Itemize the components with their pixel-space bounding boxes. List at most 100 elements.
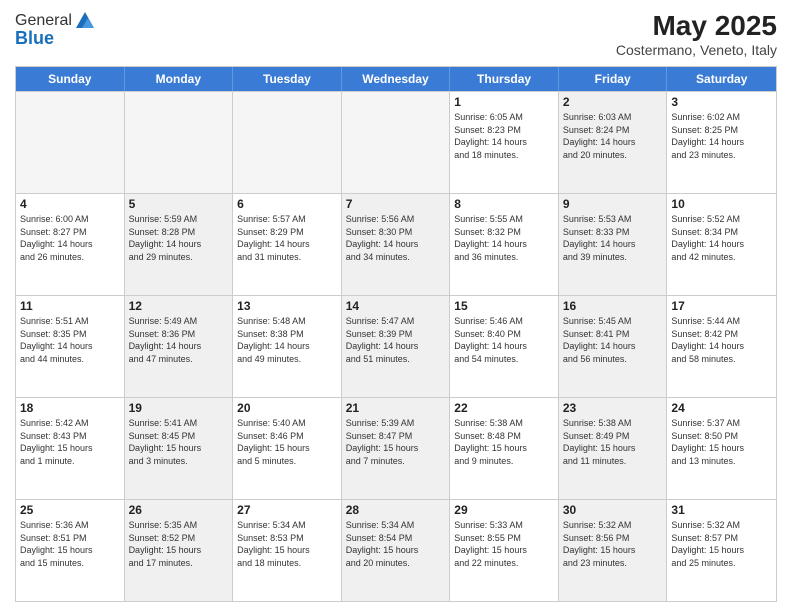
calendar-cell-empty bbox=[342, 92, 451, 193]
calendar-cell-day-5: 5Sunrise: 5:59 AM Sunset: 8:28 PM Daylig… bbox=[125, 194, 234, 295]
calendar-cell-day-30: 30Sunrise: 5:32 AM Sunset: 8:56 PM Dayli… bbox=[559, 500, 668, 601]
day-info: Sunrise: 5:37 AM Sunset: 8:50 PM Dayligh… bbox=[671, 417, 772, 467]
calendar-cell-day-26: 26 Sunrise: 5:35 AM Sunset: 8:52 PM Dayli… bbox=[125, 500, 234, 601]
calendar-cell-day-29: 29 Sunrise: 5:33 AM Sunset: 8:55 PM Dayli… bbox=[450, 500, 559, 601]
day-number: 23 bbox=[563, 401, 663, 415]
day-number: 31 bbox=[671, 503, 772, 517]
day-number: 7 bbox=[346, 197, 446, 211]
day-number: 20 bbox=[237, 401, 337, 415]
calendar-cell-day-2: 2Sunrise: 6:03 AM Sunset: 8:24 PM Daylig… bbox=[559, 92, 668, 193]
weekday-header-tuesday: Tuesday bbox=[233, 67, 342, 91]
logo-icon bbox=[74, 10, 96, 32]
day-number: 16 bbox=[563, 299, 663, 313]
weekday-header-friday: Friday bbox=[559, 67, 668, 91]
day-number: 25 bbox=[20, 503, 120, 517]
calendar-cell-day-17: 17 Sunrise: 5:44 AM Sunset: 8:42 PM Dayli… bbox=[667, 296, 776, 397]
day-info: Sunrise: 5:51 AM Sunset: 8:35 PM Dayligh… bbox=[20, 315, 120, 365]
calendar-cell-day-14: 14 Sunrise: 5:47 AM Sunset: 8:39 PM Dayli… bbox=[342, 296, 451, 397]
day-number: 29 bbox=[454, 503, 554, 517]
day-number: 10 bbox=[671, 197, 772, 211]
calendar-row-1: 1 Sunrise: 6:05 AM Sunset: 8:23 PM Daylig… bbox=[16, 91, 776, 193]
day-number: 1 bbox=[454, 95, 554, 109]
day-number: 19 bbox=[129, 401, 229, 415]
day-number: 14 bbox=[346, 299, 446, 313]
calendar-cell-day-16: 16 Sunrise: 5:45 AM Sunset: 8:41 PM Dayli… bbox=[559, 296, 668, 397]
calendar-cell-day-4: 4 Sunrise: 6:00 AM Sunset: 8:27 PM Daylig… bbox=[16, 194, 125, 295]
calendar-cell-day-15: 15 Sunrise: 5:46 AM Sunset: 8:40 PM Dayli… bbox=[450, 296, 559, 397]
day-number: 5 bbox=[129, 197, 229, 211]
logo: General Blue bbox=[15, 10, 98, 49]
day-info: Sunrise: 5:57 AM Sunset: 8:29 PM Dayligh… bbox=[237, 213, 337, 263]
day-number: 4 bbox=[20, 197, 120, 211]
weekday-header-sunday: Sunday bbox=[16, 67, 125, 91]
day-info: Sunrise: 5:32 AM Sunset: 8:57 PM Dayligh… bbox=[671, 519, 772, 569]
month-title: May 2025 bbox=[616, 10, 777, 42]
day-info: Sunrise: 5:56 AM Sunset: 8:30 PM Dayligh… bbox=[346, 213, 446, 263]
calendar-cell-day-7: 7 Sunrise: 5:56 AM Sunset: 8:30 PM Daylig… bbox=[342, 194, 451, 295]
day-number: 18 bbox=[20, 401, 120, 415]
day-info: Sunrise: 5:47 AM Sunset: 8:39 PM Dayligh… bbox=[346, 315, 446, 365]
calendar-cell-day-21: 21 Sunrise: 5:39 AM Sunset: 8:47 PM Dayli… bbox=[342, 398, 451, 499]
calendar-row-4: 18 Sunrise: 5:42 AM Sunset: 8:43 PM Dayli… bbox=[16, 397, 776, 499]
day-number: 9 bbox=[563, 197, 663, 211]
day-info: Sunrise: 5:42 AM Sunset: 8:43 PM Dayligh… bbox=[20, 417, 120, 467]
day-info: Sunrise: 5:40 AM Sunset: 8:46 PM Dayligh… bbox=[237, 417, 337, 467]
day-info: Sunrise: 5:46 AM Sunset: 8:40 PM Dayligh… bbox=[454, 315, 554, 365]
day-info: Sunrise: 5:39 AM Sunset: 8:47 PM Dayligh… bbox=[346, 417, 446, 467]
day-info: Sunrise: 5:48 AM Sunset: 8:38 PM Dayligh… bbox=[237, 315, 337, 365]
location-subtitle: Costermano, Veneto, Italy bbox=[616, 42, 777, 58]
day-info: Sunrise: 5:52 AM Sunset: 8:34 PM Dayligh… bbox=[671, 213, 772, 263]
calendar-cell-day-22: 22Sunrise: 5:38 AM Sunset: 8:48 PM Dayli… bbox=[450, 398, 559, 499]
calendar-row-2: 4 Sunrise: 6:00 AM Sunset: 8:27 PM Daylig… bbox=[16, 193, 776, 295]
weekday-header-saturday: Saturday bbox=[667, 67, 776, 91]
day-info: Sunrise: 5:34 AM Sunset: 8:53 PM Dayligh… bbox=[237, 519, 337, 569]
page: General Blue May 2025 Costermano, Veneto… bbox=[0, 0, 792, 612]
day-number: 26 bbox=[129, 503, 229, 517]
calendar-row-5: 25 Sunrise: 5:36 AM Sunset: 8:51 PM Dayli… bbox=[16, 499, 776, 601]
weekday-header-thursday: Thursday bbox=[450, 67, 559, 91]
calendar-cell-day-27: 27 Sunrise: 5:34 AM Sunset: 8:53 PM Dayli… bbox=[233, 500, 342, 601]
day-number: 21 bbox=[346, 401, 446, 415]
calendar-body: 1 Sunrise: 6:05 AM Sunset: 8:23 PM Daylig… bbox=[16, 91, 776, 601]
day-info: Sunrise: 5:44 AM Sunset: 8:42 PM Dayligh… bbox=[671, 315, 772, 365]
day-info: Sunrise: 5:45 AM Sunset: 8:41 PM Dayligh… bbox=[563, 315, 663, 365]
day-number: 13 bbox=[237, 299, 337, 313]
day-number: 22 bbox=[454, 401, 554, 415]
calendar-cell-day-24: 24 Sunrise: 5:37 AM Sunset: 8:50 PM Dayli… bbox=[667, 398, 776, 499]
calendar-cell-empty bbox=[233, 92, 342, 193]
day-number: 2 bbox=[563, 95, 663, 109]
day-info: Sunrise: 6:05 AM Sunset: 8:23 PM Dayligh… bbox=[454, 111, 554, 161]
calendar-cell-day-8: 8Sunrise: 5:55 AM Sunset: 8:32 PM Daylig… bbox=[450, 194, 559, 295]
calendar-cell-empty bbox=[16, 92, 125, 193]
calendar-cell-day-6: 6 Sunrise: 5:57 AM Sunset: 8:29 PM Daylig… bbox=[233, 194, 342, 295]
calendar-cell-day-28: 28Sunrise: 5:34 AM Sunset: 8:54 PM Dayli… bbox=[342, 500, 451, 601]
weekday-header-monday: Monday bbox=[125, 67, 234, 91]
day-number: 15 bbox=[454, 299, 554, 313]
calendar: SundayMondayTuesdayWednesdayThursdayFrid… bbox=[15, 66, 777, 602]
day-number: 17 bbox=[671, 299, 772, 313]
day-info: Sunrise: 5:33 AM Sunset: 8:55 PM Dayligh… bbox=[454, 519, 554, 569]
header: General Blue May 2025 Costermano, Veneto… bbox=[15, 10, 777, 58]
day-info: Sunrise: 6:00 AM Sunset: 8:27 PM Dayligh… bbox=[20, 213, 120, 263]
calendar-cell-empty bbox=[125, 92, 234, 193]
day-number: 24 bbox=[671, 401, 772, 415]
calendar-cell-day-31: 31 Sunrise: 5:32 AM Sunset: 8:57 PM Dayli… bbox=[667, 500, 776, 601]
calendar-cell-day-19: 19Sunrise: 5:41 AM Sunset: 8:45 PM Dayli… bbox=[125, 398, 234, 499]
calendar-cell-day-20: 20 Sunrise: 5:40 AM Sunset: 8:46 PM Dayli… bbox=[233, 398, 342, 499]
day-info: Sunrise: 5:38 AM Sunset: 8:49 PM Dayligh… bbox=[563, 417, 663, 467]
day-number: 6 bbox=[237, 197, 337, 211]
day-number: 11 bbox=[20, 299, 120, 313]
day-info: Sunrise: 5:32 AM Sunset: 8:56 PM Dayligh… bbox=[563, 519, 663, 569]
day-info: Sunrise: 6:02 AM Sunset: 8:25 PM Dayligh… bbox=[671, 111, 772, 161]
calendar-header: SundayMondayTuesdayWednesdayThursdayFrid… bbox=[16, 67, 776, 91]
day-number: 28 bbox=[346, 503, 446, 517]
day-number: 8 bbox=[454, 197, 554, 211]
calendar-cell-day-25: 25 Sunrise: 5:36 AM Sunset: 8:51 PM Dayli… bbox=[16, 500, 125, 601]
calendar-cell-day-18: 18 Sunrise: 5:42 AM Sunset: 8:43 PM Dayli… bbox=[16, 398, 125, 499]
weekday-header-wednesday: Wednesday bbox=[342, 67, 451, 91]
calendar-cell-day-9: 9Sunrise: 5:53 AM Sunset: 8:33 PM Daylig… bbox=[559, 194, 668, 295]
day-info: Sunrise: 5:36 AM Sunset: 8:51 PM Dayligh… bbox=[20, 519, 120, 569]
calendar-cell-day-13: 13 Sunrise: 5:48 AM Sunset: 8:38 PM Dayli… bbox=[233, 296, 342, 397]
day-number: 27 bbox=[237, 503, 337, 517]
day-info: Sunrise: 5:35 AM Sunset: 8:52 PM Dayligh… bbox=[129, 519, 229, 569]
